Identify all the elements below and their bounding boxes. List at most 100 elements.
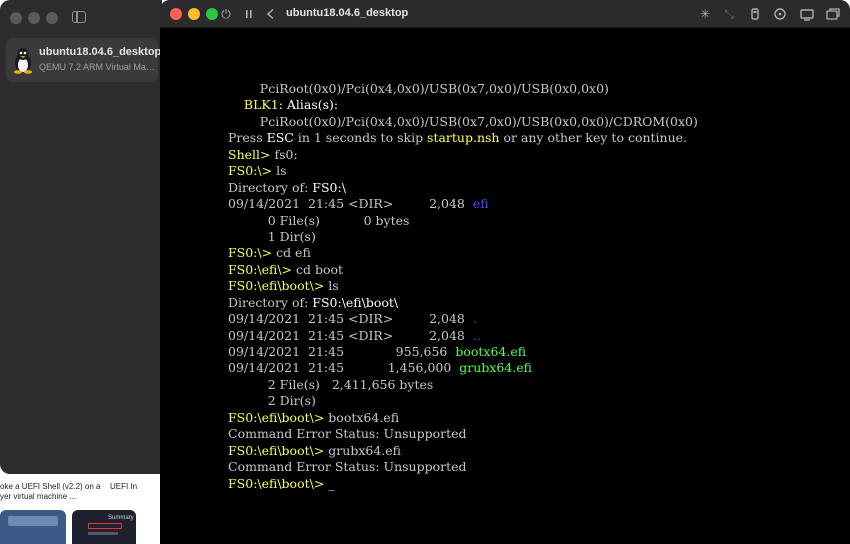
terminal-text: ls xyxy=(324,278,339,294)
terminal-output: PciRoot(0x0)/Pci(0x4,0x0)/USB(0x7,0x0)/U… xyxy=(228,81,698,492)
terminal-text: 09/14/2021 21:45 955,656 xyxy=(228,344,456,359)
tux-icon xyxy=(14,48,32,74)
terminal-text: 09/14/2021 21:45 1,456,000 xyxy=(228,360,460,376)
background-thumbnail[interactable]: Summary xyxy=(72,510,136,544)
resize-icon[interactable]: ⤡ xyxy=(720,5,738,23)
terminal-text: FS0:\efi\boot\> xyxy=(228,442,325,458)
terminal-text: FS0:\efi\boot\> xyxy=(228,278,325,294)
terminal-line: Press ESC in 1 seconds to skip startup.n… xyxy=(228,130,698,146)
terminal-line: 09/14/2021 21:45 <DIR> 2,048 .. xyxy=(228,328,698,344)
terminal-text: FS0:\efi\> xyxy=(228,261,293,277)
terminal-text: 2 File(s) 2,411,656 bytes xyxy=(228,376,434,392)
background-caption: oke a UEFI Shell (v2.2) on a xyxy=(0,482,101,491)
terminal-text: bootx64.efi xyxy=(324,409,400,425)
background-caption: yer virtual machine ... xyxy=(0,492,77,501)
background-caption: UEFI In xyxy=(110,482,138,491)
terminal-text: FS0:\efi\boot\> xyxy=(228,409,325,425)
terminal-line: Directory of: FS0:\ xyxy=(228,180,698,196)
terminal-text: . xyxy=(472,311,477,327)
terminal-text: : Alias(s): xyxy=(278,97,339,113)
terminal-text: grubx64.efi xyxy=(324,442,401,458)
terminal-text: PciRoot(0x0)/Pci(0x4,0x0)/USB(0x7,0x0)/U… xyxy=(228,81,609,96)
terminal-line: FS0:\efi\boot\> bootx64.efi xyxy=(228,410,698,426)
terminal-text: 09/14/2021 21:45 <DIR> 2,048 xyxy=(228,311,473,327)
disk-icon[interactable] xyxy=(771,5,789,23)
terminal-text: PciRoot(0x0)/Pci(0x4,0x0)/USB(0x7,0x0)/U… xyxy=(228,113,698,129)
terminal-line: 1 Dir(s) xyxy=(228,229,698,245)
terminal-line: Command Error Status: Unsupported xyxy=(228,426,698,442)
thumbnail-label: Summary xyxy=(108,515,134,521)
pause-icon[interactable] xyxy=(240,5,258,23)
terminal-line: FS0:\efi\boot\> _ xyxy=(228,476,698,492)
terminal-line: Directory of: FS0:\efi\boot\ xyxy=(228,295,698,311)
terminal-line: 2 File(s) 2,411,656 bytes xyxy=(228,377,698,393)
terminal-line: FS0:\efi\> cd boot xyxy=(228,262,698,278)
uefi-shell-screen[interactable]: PciRoot(0x0)/Pci(0x4,0x0)/USB(0x7,0x0)/U… xyxy=(160,28,850,544)
terminal-line: Command Error Status: Unsupported xyxy=(228,459,698,475)
restart-icon[interactable] xyxy=(262,5,280,23)
terminal-line: 09/14/2021 21:45 <DIR> 2,048 . xyxy=(228,311,698,327)
terminal-line: 09/14/2021 21:45 <DIR> 2,048 efi xyxy=(228,196,698,212)
terminal-line: FS0:\> cd efi xyxy=(228,245,698,261)
terminal-text: Press xyxy=(228,130,267,146)
terminal-line: PciRoot(0x0)/Pci(0x4,0x0)/USB(0x7,0x0)/U… xyxy=(228,114,698,130)
terminal-text: Directory of: xyxy=(228,294,313,310)
terminal-text: or any other key to continue. xyxy=(499,130,688,146)
terminal-text: efi xyxy=(472,196,489,212)
terminal-text: cd efi xyxy=(272,245,311,261)
terminal-line: Shell> fs0: xyxy=(228,147,698,163)
terminal-text: ESC xyxy=(266,130,294,146)
zoom-button[interactable] xyxy=(46,12,58,24)
terminal-line: 0 File(s) 0 bytes xyxy=(228,213,698,229)
power-icon[interactable]: ⏻ xyxy=(217,5,235,23)
vm-display-window: ⏻ ubuntu18.04.6_desktop ✳ ⤡ PciRoot(0x0)… xyxy=(160,0,850,544)
terminal-text: cd boot xyxy=(292,261,344,277)
terminal-line: FS0:\efi\boot\> ls xyxy=(228,278,698,294)
terminal-text: grubx64.efi xyxy=(459,360,532,376)
terminal-text: FS0:\efi\boot\> xyxy=(228,475,325,491)
vm-list-item[interactable]: ubuntu18.04.6_desktop QEMU 7.2 ARM Virtu… xyxy=(6,38,162,82)
terminal-text: Directory of: xyxy=(228,179,313,195)
terminal-text: 2 Dir(s) xyxy=(228,393,316,409)
windows-icon[interactable] xyxy=(824,5,842,23)
background-thumbnail[interactable] xyxy=(0,510,66,544)
brightness-icon[interactable]: ✳ xyxy=(696,5,714,23)
close-button[interactable] xyxy=(170,8,182,20)
terminal-text: 1 Dir(s) xyxy=(228,228,316,244)
terminal-text: Command Error Status: Unsupported xyxy=(228,426,467,442)
terminal-line: 09/14/2021 21:45 1,456,000 grubx64.efi xyxy=(228,360,698,376)
terminal-line: FS0:\> ls xyxy=(228,163,698,179)
window-title: ubuntu18.04.6_desktop xyxy=(286,7,409,19)
terminal-text: Command Error Status: Unsupported xyxy=(228,459,467,475)
terminal-text: FS0:\efi\boot\ xyxy=(312,294,399,310)
terminal-line: PciRoot(0x0)/Pci(0x4,0x0)/USB(0x7,0x0)/U… xyxy=(228,81,698,97)
terminal-line: BLK1: Alias(s): xyxy=(228,97,698,113)
terminal-text: fs0: xyxy=(270,146,298,162)
terminal-text: .. xyxy=(472,327,481,343)
vm-description: QEMU 7.2 ARM Virtual Machine xyxy=(39,62,157,72)
vm-library-sidebar: ubuntu18.04.6_desktop QEMU 7.2 ARM Virtu… xyxy=(0,0,162,474)
share-icon[interactable] xyxy=(798,5,816,23)
usb-icon[interactable] xyxy=(746,5,764,23)
terminal-line: 2 Dir(s) xyxy=(228,393,698,409)
close-button[interactable] xyxy=(10,12,22,24)
terminal-text: 09/14/2021 21:45 <DIR> 2,048 xyxy=(228,327,473,343)
terminal-line: 09/14/2021 21:45 955,656 bootx64.efi xyxy=(228,344,698,360)
terminal-line: FS0:\efi\boot\> grubx64.efi xyxy=(228,443,698,459)
minimize-button[interactable] xyxy=(188,8,200,20)
vm-name: ubuntu18.04.6_desktop xyxy=(39,46,162,58)
terminal-text: startup.nsh xyxy=(427,130,500,146)
terminal-text: in 1 seconds to skip xyxy=(293,130,428,146)
terminal-text: ls xyxy=(272,163,287,179)
sidebar-toggle-icon[interactable] xyxy=(72,11,86,23)
terminal-text: FS0:\> xyxy=(228,245,273,261)
terminal-text: FS0:\> xyxy=(228,163,273,179)
terminal-text: FS0:\ xyxy=(312,179,346,195)
text-cursor: _ xyxy=(328,475,335,491)
minimize-button[interactable] xyxy=(28,12,40,24)
terminal-text: bootx64.efi xyxy=(455,344,527,359)
terminal-text: Shell> xyxy=(228,146,271,162)
terminal-text: BLK1 xyxy=(243,97,279,113)
terminal-text: 0 File(s) 0 bytes xyxy=(228,212,410,228)
